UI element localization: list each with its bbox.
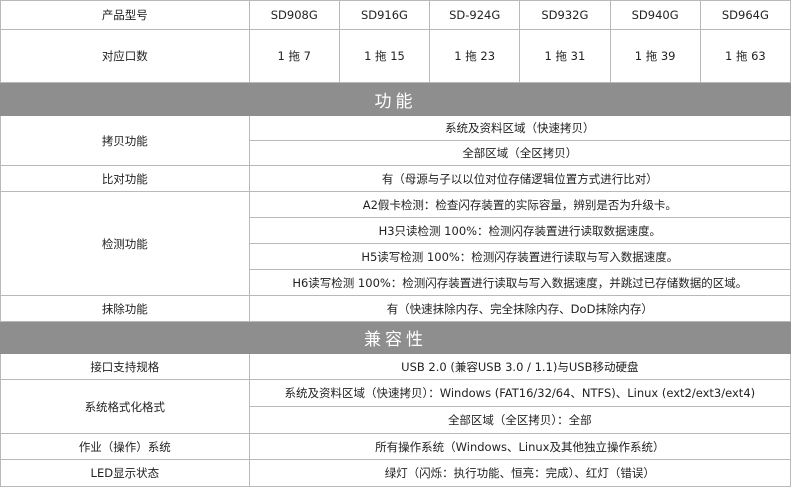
compare-label: 比对功能 <box>0 165 250 192</box>
model-row: 产品型号 SD908G SD916G SD-924G SD932G SD940G… <box>0 0 792 30</box>
model-cell: SD-924G <box>429 0 521 30</box>
model-label: 产品型号 <box>0 0 250 30</box>
led-label: LED显示状态 <box>0 459 250 487</box>
section-compat-row: 兼容性 <box>0 321 791 354</box>
copy-item: 系统及资料区域（快速拷贝） <box>248 115 792 141</box>
format-item: 系统及资料区域（快速拷贝）：Windows (FAT16/32/64、NTFS)… <box>248 379 792 407</box>
copy-row-1: 拷贝功能 系统及资料区域（快速拷贝） <box>0 115 792 166</box>
os-row: 作业（操作）系统 所有操作系统（Windows、Linux及其他独立操作系统） <box>0 433 792 460</box>
detect-item: H6读写检测 100%：检测闪存装置进行读取与写入数据速度，并跳过已存储数据的区… <box>248 269 792 296</box>
model-cell: SD932G <box>519 0 611 30</box>
ports-label: 对应口数 <box>0 29 250 83</box>
ports-cell: 1 拖 31 <box>519 29 611 83</box>
interface-label: 接口支持规格 <box>0 353 250 380</box>
model-cell: SD908G <box>248 0 340 30</box>
interface-row: 接口支持规格 USB 2.0 (兼容USB 3.0 / 1.1)与USB移动硬盘 <box>0 353 792 380</box>
erase-row: 抹除功能 有（快速抹除内存、完全抹除内存、DoD抹除内存） <box>0 295 792 322</box>
copy-label: 拷贝功能 <box>0 115 250 166</box>
model-cell: SD964G <box>699 0 792 30</box>
compare-value: 有（母源与子以以位对位存储逻辑位置方式进行比对） <box>248 165 792 192</box>
detect-label: 检测功能 <box>0 191 250 296</box>
model-cell: SD940G <box>609 0 701 30</box>
led-row: LED显示状态 绿灯（闪烁：执行功能、恒亮：完成）、红灯（错误） <box>0 459 792 487</box>
spec-table: 产品型号 SD908G SD916G SD-924G SD932G SD940G… <box>0 0 792 487</box>
section-compat-title: 兼容性 <box>0 321 791 354</box>
erase-label: 抹除功能 <box>0 295 250 322</box>
copy-item: 全部区域（全区拷贝） <box>248 140 792 166</box>
ports-cell: 1 拖 23 <box>429 29 521 83</box>
detect-item: A2假卡检测：检查闪存装置的实际容量，辨别是否为升级卡。 <box>248 191 792 218</box>
erase-value: 有（快速抹除内存、完全抹除内存、DoD抹除内存） <box>248 295 792 322</box>
ports-row: 对应口数 1 拖 7 1 拖 15 1 拖 23 1 拖 31 1 拖 39 1… <box>0 29 792 83</box>
format-label: 系统格式化格式 <box>0 379 250 434</box>
section-function-row: 功能 <box>0 82 791 116</box>
ports-cell: 1 拖 15 <box>338 29 431 83</box>
section-function-title: 功能 <box>0 82 791 116</box>
format-row-1: 系统格式化格式 系统及资料区域（快速拷贝）：Windows (FAT16/32/… <box>0 379 792 434</box>
detect-row-1: 检测功能 A2假卡检测：检查闪存装置的实际容量，辨别是否为升级卡。 <box>0 191 792 296</box>
format-item: 全部区域（全区拷贝）：全部 <box>248 406 792 434</box>
ports-cell: 1 拖 7 <box>248 29 340 83</box>
os-value: 所有操作系统（Windows、Linux及其他独立操作系统） <box>248 433 792 460</box>
ports-cell: 1 拖 39 <box>609 29 701 83</box>
led-value: 绿灯（闪烁：执行功能、恒亮：完成）、红灯（错误） <box>248 459 792 487</box>
compare-row: 比对功能 有（母源与子以以位对位存储逻辑位置方式进行比对） <box>0 165 792 192</box>
detect-item: H3只读检测 100%：检测闪存装置进行读取数据速度。 <box>248 217 792 244</box>
os-label: 作业（操作）系统 <box>0 433 250 460</box>
model-cell: SD916G <box>338 0 431 30</box>
interface-value: USB 2.0 (兼容USB 3.0 / 1.1)与USB移动硬盘 <box>248 353 792 380</box>
ports-cell: 1 拖 63 <box>699 29 792 83</box>
detect-item: H5读写检测 100%：检测闪存装置进行读取与写入数据速度。 <box>248 243 792 270</box>
